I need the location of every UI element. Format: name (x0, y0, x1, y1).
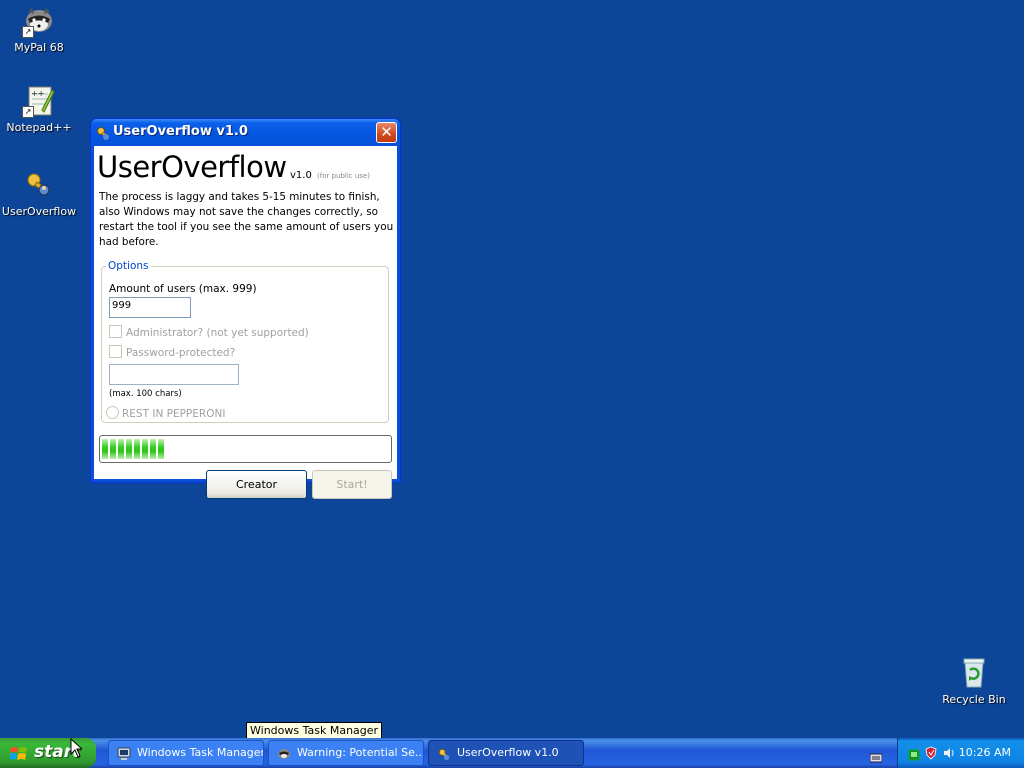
windows-logo-icon (9, 746, 28, 766)
password-checkbox[interactable] (109, 345, 122, 358)
version-label: v1.0 (290, 170, 312, 181)
admin-checkbox[interactable] (109, 325, 122, 338)
window-titlebar[interactable]: UserOverflow v1.0 ✕ (91, 119, 400, 146)
description-text: The process is laggy and takes 5-15 minu… (99, 191, 394, 248)
progress-segment (134, 439, 140, 459)
password-input[interactable] (109, 364, 239, 385)
task-button-warning[interactable]: Warning: Potential Se... (268, 740, 424, 766)
progress-bar (99, 435, 392, 463)
password-checkbox-label: Password-protected? (126, 347, 236, 359)
admin-checkbox-row[interactable]: Administrator? (not yet supported) (109, 325, 309, 339)
taskbar-tooltip: Windows Task Manager (246, 722, 383, 739)
progress-segment (110, 439, 116, 459)
warning-app-icon (277, 746, 291, 765)
task-label: Windows Task Manager (137, 746, 264, 759)
options-groupbox: Options Amount of users (max. 999) 999 A… (101, 260, 389, 423)
desktop-icon-recycle-bin[interactable]: Recycle Bin (936, 656, 1012, 706)
mouse-cursor-icon (70, 737, 84, 762)
rest-in-pepperoni-label: REST IN PEPPERONI (122, 408, 226, 420)
progress-segment (158, 439, 164, 459)
task-button-useroverflow[interactable]: UserOverflow v1.0 (428, 740, 584, 766)
taskbar: start Windows Task Manager Warning: Pote… (0, 738, 1024, 768)
svg-text:++: ++ (31, 89, 44, 98)
progress-segment (126, 439, 132, 459)
desktop-icon-mypal[interactable]: ↗ MyPal 68 (1, 4, 77, 54)
useroverflow-icon (437, 746, 451, 765)
progress-segment (150, 439, 156, 459)
system-tray: 10:26 AM (897, 738, 1024, 768)
task-label: Warning: Potential Se... (297, 746, 424, 759)
options-legend: Options (106, 260, 151, 272)
version-note: (for public use) (317, 172, 370, 180)
security-shield-icon[interactable] (924, 745, 938, 764)
desktop-icon-useroverflow[interactable]: UserOverflow (1, 168, 77, 218)
desktop-icon-label: Recycle Bin (942, 693, 1006, 706)
creator-button[interactable]: Creator (206, 470, 307, 499)
useroverflow-window: UserOverflow v1.0 ✕ UserOverflow v1.0 (f… (90, 118, 401, 499)
window-client-area: UserOverflow v1.0 (for public use) The p… (94, 146, 397, 499)
notepadpp-icon: ++ ↗ (22, 84, 56, 118)
desktop-icon-notepadpp[interactable]: ++ ↗ Notepad++ (1, 84, 77, 134)
shortcut-arrow-icon: ↗ (22, 26, 34, 38)
desktop-icon-label: UserOverflow (1, 205, 77, 218)
app-heading: UserOverflow (97, 150, 287, 184)
progress-segment (142, 439, 148, 459)
shortcut-arrow-icon: ↗ (22, 106, 34, 118)
task-label: UserOverflow v1.0 (457, 746, 559, 759)
close-button[interactable]: ✕ (376, 122, 397, 143)
progress-bar-fill (102, 439, 389, 459)
amount-input[interactable]: 999 (109, 297, 191, 318)
desktop-icon-label: Notepad++ (6, 121, 72, 134)
progress-segment (102, 439, 108, 459)
task-manager-icon (117, 746, 131, 765)
window-title: UserOverflow v1.0 (113, 124, 248, 139)
keyboard-language-icon[interactable] (869, 748, 883, 767)
task-button-task-manager[interactable]: Windows Task Manager (108, 740, 264, 766)
raccoon-icon: ↗ (22, 4, 56, 38)
useroverflow-icon (95, 125, 111, 145)
amount-label: Amount of users (max. 999) (109, 283, 257, 295)
rest-in-pepperoni-radio-row[interactable]: REST IN PEPPERONI (106, 406, 225, 420)
admin-checkbox-label: Administrator? (not yet supported) (126, 327, 309, 339)
max-chars-note: (max. 100 chars) (109, 389, 182, 399)
clock: 10:26 AM (958, 746, 1011, 759)
progress-segment (118, 439, 124, 459)
useroverflow-app-icon (22, 168, 56, 202)
password-checkbox-row[interactable]: Password-protected? (109, 345, 235, 359)
close-icon: ✕ (380, 123, 393, 141)
network-icon[interactable] (908, 746, 920, 765)
volume-icon[interactable] (942, 745, 956, 764)
rest-in-pepperoni-radio[interactable] (106, 406, 119, 419)
desktop-icon-label: MyPal 68 (14, 41, 64, 54)
start-button[interactable]: Start! (312, 470, 392, 499)
recycle-bin-icon (957, 656, 991, 690)
